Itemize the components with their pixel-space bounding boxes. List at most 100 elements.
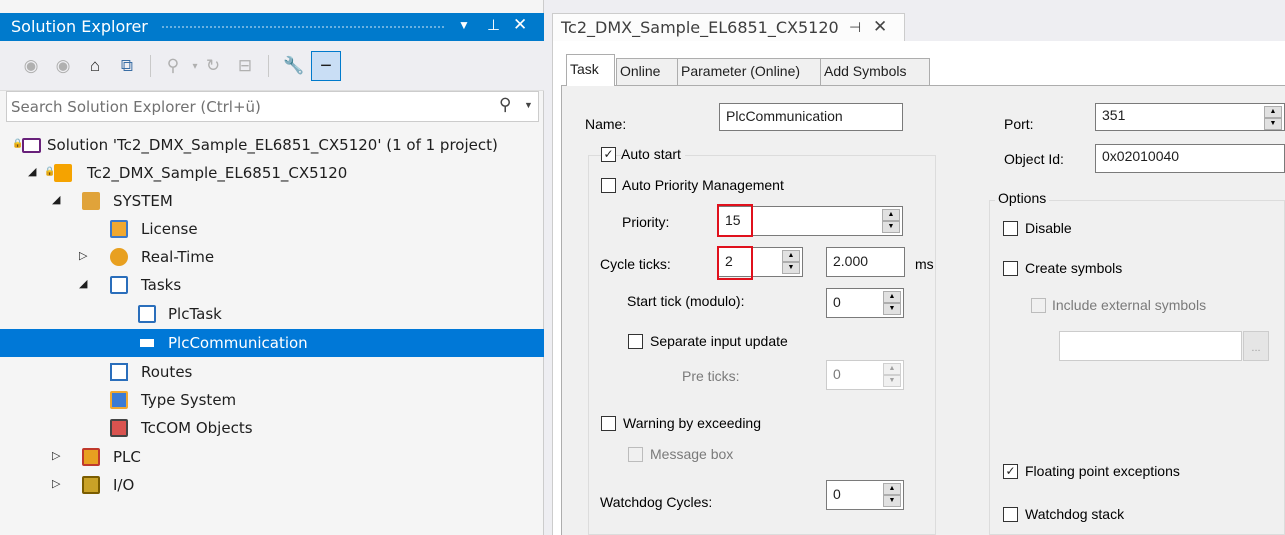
- tree-item-license[interactable]: License: [0, 215, 544, 243]
- tree-label: Type System: [141, 391, 237, 409]
- tree-label: License: [141, 220, 198, 238]
- search-input[interactable]: Search Solution Explorer (Ctrl+ü): [11, 98, 261, 116]
- io-icon: [82, 476, 100, 494]
- tree-item-io[interactable]: ▷ I/O: [0, 471, 544, 499]
- start-tick-spinner[interactable]: 0 ▲ ▼: [826, 288, 904, 318]
- document-tab[interactable]: Tc2_DMX_Sample_EL6851_CX5120 ⊣ ✕: [552, 13, 905, 41]
- floating-point-label: Floating point exceptions: [1025, 463, 1180, 479]
- spin-down-icon[interactable]: ▼: [883, 375, 901, 387]
- close-tab-icon[interactable]: ✕: [873, 17, 887, 37]
- spin-down-icon[interactable]: ▼: [882, 221, 900, 233]
- warning-exceeding-checkbox[interactable]: [601, 416, 616, 431]
- watchdog-cycles-value[interactable]: 0: [833, 486, 841, 502]
- home-icon[interactable]: ⌂: [84, 55, 106, 77]
- pin-icon[interactable]: ⊥: [487, 16, 500, 34]
- tree-item-tccom-objects[interactable]: TcCOM Objects: [0, 414, 544, 442]
- spin-up-icon[interactable]: ▲: [882, 209, 900, 221]
- object-id-field[interactable]: 0x02010040: [1095, 144, 1285, 173]
- watchdog-cycles-spinner[interactable]: 0 ▲ ▼: [826, 480, 904, 510]
- pre-ticks-spinner[interactable]: 0 ▲ ▼: [826, 360, 904, 390]
- tree-label: PlcCommunication: [168, 334, 308, 352]
- port-value[interactable]: 351: [1102, 107, 1125, 123]
- start-tick-value[interactable]: 0: [833, 294, 841, 310]
- spin-up-icon[interactable]: ▲: [883, 483, 901, 495]
- close-icon[interactable]: ✕: [513, 15, 527, 35]
- tree-item-system[interactable]: ◢ SYSTEM: [0, 187, 544, 215]
- message-box-checkbox[interactable]: [628, 447, 643, 462]
- tree-item-plctask[interactable]: PlcTask: [0, 300, 544, 328]
- cycle-time-field[interactable]: 2.000: [826, 247, 905, 277]
- tccom-icon: [110, 419, 128, 437]
- spin-up-icon[interactable]: ▲: [1264, 106, 1282, 118]
- tree-label: PLC: [113, 448, 141, 466]
- pin-tab-icon[interactable]: ⊣: [849, 19, 861, 36]
- tree-item-tasks[interactable]: ◢ Tasks: [0, 271, 544, 299]
- include-external-checkbox[interactable]: [1031, 298, 1046, 313]
- switch-views-icon[interactable]: ⧉: [116, 55, 138, 77]
- collapse-all-icon[interactable]: ⊟: [234, 55, 256, 77]
- collapse-arrow-icon[interactable]: ◢: [28, 165, 36, 178]
- tree-item-realtime[interactable]: ▷ Real-Time: [0, 243, 544, 271]
- port-spin-buttons[interactable]: ▲ ▼: [1264, 106, 1282, 130]
- pending-changes-filter-icon[interactable]: ⚲: [162, 55, 184, 77]
- watchdog-spin-buttons[interactable]: ▲ ▼: [883, 483, 901, 507]
- spin-up-icon[interactable]: ▲: [883, 291, 901, 303]
- spin-up-icon[interactable]: ▲: [782, 250, 800, 262]
- pre-ticks-value[interactable]: 0: [833, 366, 841, 382]
- refresh-icon[interactable]: ↻: [202, 55, 224, 77]
- tree-item-project[interactable]: ◢ 🔒 Tc2_DMX_Sample_EL6851_CX5120: [0, 159, 544, 187]
- collapse-arrow-icon[interactable]: ◢: [52, 193, 60, 206]
- preview-selected-items-icon[interactable]: −: [311, 51, 341, 81]
- name-field[interactable]: PlcCommunication: [719, 103, 903, 131]
- spin-down-icon[interactable]: ▼: [883, 303, 901, 315]
- spin-up-icon[interactable]: ▲: [883, 363, 901, 375]
- back-icon[interactable]: ◉: [20, 55, 42, 77]
- forward-icon[interactable]: ◉: [52, 55, 74, 77]
- watchdog-stack-checkbox[interactable]: [1003, 507, 1018, 522]
- expand-arrow-icon[interactable]: ▷: [52, 477, 60, 490]
- cycle-ticks-spin-buttons[interactable]: ▲ ▼: [782, 250, 800, 274]
- drag-grip[interactable]: [161, 25, 445, 30]
- collapse-arrow-icon[interactable]: ◢: [79, 277, 87, 290]
- tab-parameter-online[interactable]: Parameter (Online): [677, 58, 821, 85]
- search-box[interactable]: Search Solution Explorer (Ctrl+ü) ⚲ ▼: [6, 91, 539, 122]
- port-spinner[interactable]: 351 ▲ ▼: [1095, 103, 1285, 131]
- tree-item-solution[interactable]: 🔒 Solution 'Tc2_DMX_Sample_EL6851_CX5120…: [0, 131, 544, 159]
- window-position-dropdown-icon[interactable]: ▼: [458, 18, 470, 32]
- tab-add-symbols[interactable]: Add Symbols: [820, 58, 930, 85]
- include-external-label: Include external symbols: [1052, 297, 1207, 313]
- browse-button[interactable]: ...: [1243, 331, 1269, 361]
- port-label: Port:: [1004, 116, 1034, 132]
- tree-item-type-system[interactable]: Type System: [0, 386, 544, 414]
- separate-input-label: Separate input update: [650, 333, 788, 349]
- properties-wrench-icon[interactable]: 🔧: [283, 55, 305, 77]
- panel-title: Solution Explorer: [11, 17, 148, 36]
- disable-checkbox[interactable]: [1003, 221, 1018, 236]
- tree-item-routes[interactable]: Routes: [0, 358, 544, 386]
- search-options-dropdown-icon[interactable]: ▼: [524, 100, 533, 110]
- separate-input-checkbox[interactable]: [628, 334, 643, 349]
- spin-down-icon[interactable]: ▼: [782, 262, 800, 274]
- external-symbols-field[interactable]: [1059, 331, 1242, 361]
- floating-point-checkbox[interactable]: ✓: [1003, 464, 1018, 479]
- create-symbols-label: Create symbols: [1025, 260, 1123, 276]
- create-symbols-checkbox[interactable]: [1003, 261, 1018, 276]
- expand-arrow-icon[interactable]: ▷: [52, 449, 60, 462]
- auto-priority-checkbox[interactable]: [601, 178, 616, 193]
- tree-item-plc[interactable]: ▷ PLC: [0, 443, 544, 471]
- system-icon: [82, 192, 100, 210]
- auto-start-checkbox[interactable]: ✓: [601, 147, 616, 162]
- priority-spin-buttons[interactable]: ▲ ▼: [882, 209, 900, 233]
- expand-arrow-icon[interactable]: ▷: [79, 249, 87, 262]
- tree-label: I/O: [113, 476, 135, 494]
- spin-down-icon[interactable]: ▼: [1264, 118, 1282, 130]
- search-icon[interactable]: ⚲: [499, 95, 511, 115]
- tree-label: PlcTask: [168, 305, 222, 323]
- tab-task[interactable]: Task: [566, 54, 615, 86]
- start-tick-spin-buttons[interactable]: ▲ ▼: [883, 291, 901, 315]
- tab-online[interactable]: Online: [616, 58, 678, 85]
- spin-down-icon[interactable]: ▼: [883, 495, 901, 507]
- tree-item-plccommunication[interactable]: PlcCommunication: [0, 329, 544, 357]
- pre-ticks-spin-buttons[interactable]: ▲ ▼: [883, 363, 901, 387]
- toolbar-separator: [268, 55, 269, 77]
